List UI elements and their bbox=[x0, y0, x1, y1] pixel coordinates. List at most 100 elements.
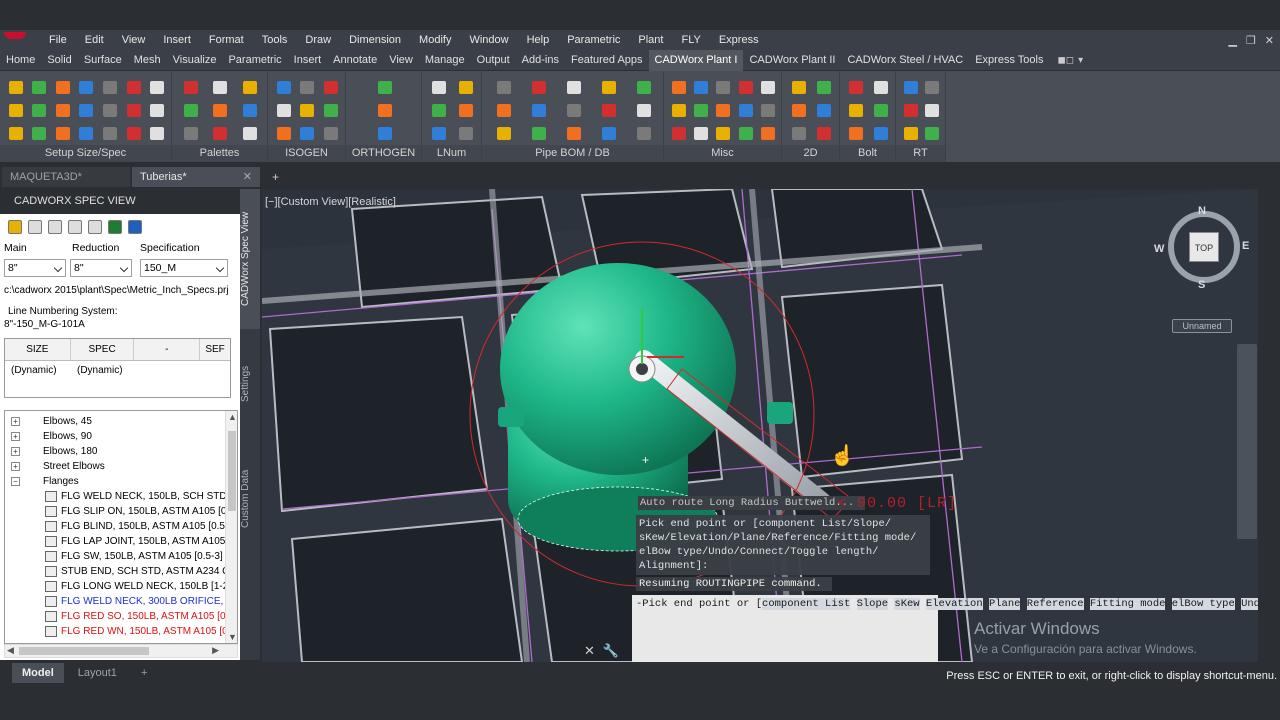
ribbon-tab[interactable]: View bbox=[383, 50, 419, 71]
ribbon-tab[interactable]: Solid bbox=[41, 50, 77, 71]
menu-item[interactable]: FLY bbox=[672, 30, 709, 50]
ribbon-options[interactable]: ◼◻ ▾ bbox=[1057, 55, 1083, 66]
column-sef[interactable]: SEF bbox=[200, 339, 230, 360]
ribbon-tool-icon[interactable] bbox=[300, 127, 315, 140]
command-option[interactable]: elBow type bbox=[1171, 598, 1235, 610]
ribbon-tool-icon[interactable] bbox=[531, 81, 546, 94]
ribbon-tab[interactable]: Insert bbox=[288, 50, 328, 71]
ribbon-tool-icon[interactable] bbox=[183, 81, 198, 94]
restore-icon[interactable]: ❐ bbox=[1246, 34, 1256, 47]
tree-item[interactable]: FLG RED SO, 150LB, ASTM A105 [0. bbox=[5, 609, 237, 624]
tree-item[interactable]: − Flanges bbox=[5, 474, 237, 489]
close-icon[interactable]: ✕ bbox=[584, 643, 595, 659]
ribbon-tool-icon[interactable] bbox=[32, 127, 47, 140]
menu-item[interactable]: Draw bbox=[296, 30, 340, 50]
main-size-select[interactable]: 8" bbox=[4, 259, 66, 277]
ribbon-tool-icon[interactable] bbox=[760, 127, 775, 140]
ribbon-tool-icon[interactable] bbox=[324, 127, 339, 140]
tree-item[interactable]: FLG WELD NECK, 150LB, SCH STD, ... bbox=[5, 489, 237, 504]
ribbon-tool-icon[interactable] bbox=[601, 104, 616, 117]
ribbon-tool-icon[interactable] bbox=[243, 104, 258, 117]
ribbon-tool-icon[interactable] bbox=[496, 104, 511, 117]
ribbon-tool-icon[interactable] bbox=[817, 127, 832, 140]
ribbon-tool-icon[interactable] bbox=[32, 81, 47, 94]
ribbon-tab[interactable]: Visualize bbox=[167, 50, 223, 71]
command-option[interactable]: sKew bbox=[894, 598, 920, 610]
menu-item[interactable]: Window bbox=[460, 30, 517, 50]
ribbon-tool-icon[interactable] bbox=[377, 81, 392, 94]
ribbon-tool-icon[interactable] bbox=[849, 104, 864, 117]
ribbon-tool-icon[interactable] bbox=[8, 104, 23, 117]
ribbon-tool-icon[interactable] bbox=[79, 127, 94, 140]
ribbon-tool-icon[interactable] bbox=[672, 81, 687, 94]
ribbon-tool-icon[interactable] bbox=[849, 81, 864, 94]
command-option[interactable]: Reference bbox=[1026, 598, 1084, 610]
tree-item[interactable]: FLG SW, 150LB, ASTM A105 [0.5-3] bbox=[5, 549, 237, 564]
list-icon[interactable] bbox=[68, 220, 82, 234]
ribbon-tool-icon[interactable] bbox=[694, 104, 709, 117]
ribbon-tool-icon[interactable] bbox=[601, 127, 616, 140]
ribbon-tool-icon[interactable] bbox=[243, 127, 258, 140]
ribbon-tool-icon[interactable] bbox=[849, 127, 864, 140]
ribbon-tool-icon[interactable] bbox=[55, 104, 70, 117]
scroll-up-icon[interactable]: ▲ bbox=[228, 412, 237, 422]
compass-east[interactable]: E bbox=[1242, 240, 1249, 252]
ribbon-tool-icon[interactable] bbox=[183, 127, 198, 140]
hscroll-thumb[interactable] bbox=[19, 647, 149, 655]
ribbon-tool-icon[interactable] bbox=[213, 127, 228, 140]
ribbon-tool-icon[interactable] bbox=[32, 104, 47, 117]
ribbon-tool-icon[interactable] bbox=[150, 81, 165, 94]
ribbon-tool-icon[interactable] bbox=[126, 127, 141, 140]
ribbon-tool-icon[interactable] bbox=[300, 81, 315, 94]
tree-item[interactable]: FLG BLIND, 150LB, ASTM A105 [0.5 bbox=[5, 519, 237, 534]
scroll-right-icon[interactable]: ▶ bbox=[212, 645, 219, 656]
ribbon-tool-icon[interactable] bbox=[126, 104, 141, 117]
menu-item[interactable]: File bbox=[40, 30, 76, 50]
ribbon-tab[interactable]: Surface bbox=[78, 50, 128, 71]
ribbon-tool-icon[interactable] bbox=[925, 81, 940, 94]
vtab-spec-view[interactable]: CADWorx Spec View bbox=[240, 189, 260, 329]
ribbon-tool-icon[interactable] bbox=[432, 104, 447, 117]
ribbon-tool-icon[interactable] bbox=[276, 127, 291, 140]
ribbon-tool-icon[interactable] bbox=[377, 127, 392, 140]
ribbon-tool-icon[interactable] bbox=[432, 81, 447, 94]
expand-icon[interactable]: + bbox=[11, 432, 20, 441]
scroll-left-icon[interactable]: ◀ bbox=[7, 645, 14, 656]
menu-item[interactable]: Dimension bbox=[340, 30, 410, 50]
ribbon-tool-icon[interactable] bbox=[377, 104, 392, 117]
tree-item[interactable]: + Street Elbows bbox=[5, 459, 237, 474]
open-icon[interactable] bbox=[28, 220, 42, 234]
ribbon-tool-icon[interactable] bbox=[672, 127, 687, 140]
command-option[interactable]: Plane bbox=[988, 598, 1021, 610]
navigation-bar[interactable] bbox=[1237, 344, 1257, 539]
ribbon-tab[interactable]: Home bbox=[0, 50, 41, 71]
expand-icon[interactable]: + bbox=[11, 417, 20, 426]
expand-icon[interactable]: + bbox=[11, 447, 20, 456]
ribbon-tool-icon[interactable] bbox=[903, 104, 918, 117]
ribbon-panel-title[interactable]: ORTHOGEN bbox=[346, 145, 421, 162]
tree-vertical-scrollbar[interactable]: ▲ ▼ bbox=[225, 411, 237, 643]
ribbon-tool-icon[interactable] bbox=[738, 104, 753, 117]
ribbon-tab[interactable]: Parametric bbox=[222, 50, 287, 71]
ribbon-tool-icon[interactable] bbox=[694, 81, 709, 94]
ribbon-tool-icon[interactable] bbox=[213, 81, 228, 94]
ribbon-tab[interactable]: CADWorx Plant I bbox=[648, 49, 744, 71]
ribbon-tool-icon[interactable] bbox=[925, 127, 940, 140]
wrench-icon[interactable]: 🔧 bbox=[603, 643, 619, 659]
ribbon-panel-title[interactable]: Setup Size/Spec bbox=[0, 145, 171, 162]
viewcube[interactable]: TOP N S E W Unnamed bbox=[1154, 205, 1252, 333]
app-logo-icon[interactable] bbox=[0, 30, 40, 50]
dynamic-input-value[interactable]: < 90.00 [LR] bbox=[837, 495, 957, 512]
ribbon-tool-icon[interactable] bbox=[873, 104, 888, 117]
ribbon-tool-icon[interactable] bbox=[55, 81, 70, 94]
table-row[interactable]: (Dynamic) (Dynamic) bbox=[5, 361, 230, 381]
ribbon-tool-icon[interactable] bbox=[324, 104, 339, 117]
ribbon-panel-title[interactable]: Bolt bbox=[840, 145, 895, 162]
ribbon-tool-icon[interactable] bbox=[8, 127, 23, 140]
ribbon-tool-icon[interactable] bbox=[636, 104, 651, 117]
command-option[interactable]: Undo bbox=[1241, 598, 1258, 610]
ribbon-panel-title[interactable]: Palettes bbox=[172, 145, 267, 162]
menu-item[interactable]: Express bbox=[710, 30, 768, 50]
minimize-icon[interactable]: ▁ bbox=[1228, 34, 1236, 47]
ribbon-panel-title[interactable]: Misc bbox=[664, 145, 781, 162]
